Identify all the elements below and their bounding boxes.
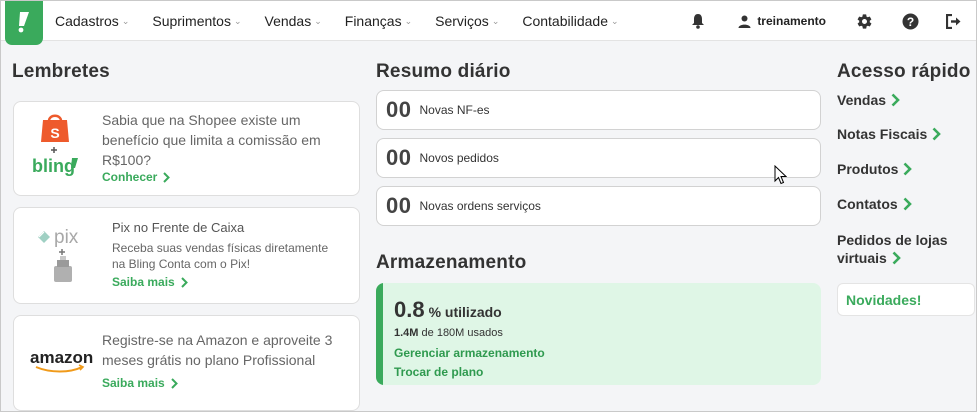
menu-label: Contabilidade xyxy=(522,13,608,29)
quick-link-notas-fiscais[interactable]: Notas Fiscais xyxy=(837,125,942,143)
chevron-down-icon: ⌄ xyxy=(404,15,413,26)
chevron-right-icon xyxy=(892,251,901,265)
pix-caixa-logo: pix xyxy=(36,227,96,288)
storage-used-value: 1.4M xyxy=(394,327,419,339)
logout-icon[interactable] xyxy=(944,11,964,31)
svg-text:?: ? xyxy=(906,15,913,29)
manage-storage-link[interactable]: Gerenciar armazenamento xyxy=(394,346,545,360)
quick-link-label: Vendas xyxy=(837,92,887,108)
reminder-text: Receba suas vendas físicas diretamente n… xyxy=(112,241,329,271)
conhecer-link[interactable]: Conhecer xyxy=(102,170,171,184)
bell-icon[interactable] xyxy=(688,11,708,31)
link-label: Conhecer xyxy=(102,170,158,184)
svg-text:S: S xyxy=(50,125,59,141)
novidades-button[interactable]: Novidades! xyxy=(837,283,975,316)
menu-suprimentos[interactable]: Suprimentos ⌄ xyxy=(152,13,241,29)
main-menu: Cadastros ⌄ Suprimentos ⌄ Vendas ⌄ Finanças… xyxy=(55,1,642,41)
storage-card: 0.8% utilizado 1.4M de 180M usados Geren… xyxy=(376,283,821,385)
stat-label: Novos pedidos xyxy=(419,151,499,165)
chevron-right-icon xyxy=(903,197,912,211)
menu-financas[interactable]: Finanças ⌄ xyxy=(345,13,412,29)
reminder-card-pix[interactable]: pix Pix no Frente de Caixa Receba suas v… xyxy=(13,207,360,304)
chevron-right-icon xyxy=(891,93,900,107)
acesso-rapido-section: Acesso rápido Vendas Notas Fiscais Produ… xyxy=(837,61,975,316)
chevron-down-icon: ⌄ xyxy=(491,15,500,26)
section-title: Resumo diário xyxy=(376,61,511,82)
change-plan-link[interactable]: Trocar de plano xyxy=(394,365,483,379)
menu-label: Finanças xyxy=(344,13,402,29)
mouse-cursor-icon xyxy=(774,165,787,185)
lembretes-section: Lembretes S bling Sabia que na Shopee ex… xyxy=(12,61,360,411)
link-label: Saiba mais xyxy=(102,376,165,390)
chevron-right-icon xyxy=(904,162,913,176)
gear-icon[interactable] xyxy=(854,11,874,31)
storage-accent-bar xyxy=(376,283,383,385)
stat-count: 00 xyxy=(386,193,412,218)
chevron-down-icon: ⌄ xyxy=(121,15,130,26)
saiba-mais-link[interactable]: Saiba mais xyxy=(112,275,188,289)
shopee-bling-logo: S bling xyxy=(32,112,78,182)
reminder-card-shopee[interactable]: S bling Sabia que na Shopee existe um be… xyxy=(13,101,360,196)
stat-count: 00 xyxy=(386,145,412,170)
chevron-down-icon: ⌄ xyxy=(233,15,242,26)
reminder-text: Sabia que na Shopee existe um benefício … xyxy=(102,112,321,168)
user-menu[interactable]: treinamento xyxy=(738,14,826,28)
help-icon[interactable]: ? xyxy=(900,11,920,31)
quick-link-produtos[interactable]: Produtos xyxy=(837,160,913,178)
section-title: Acesso rápido xyxy=(837,61,971,82)
chevron-right-icon xyxy=(170,377,178,389)
menu-cadastros[interactable]: Cadastros ⌄ xyxy=(55,13,129,29)
menu-vendas[interactable]: Vendas ⌄ xyxy=(265,13,322,29)
storage-title: Armazenamento xyxy=(376,252,527,273)
storage-percent-unit: % utilizado xyxy=(428,304,502,320)
reminder-title: Pix no Frente de Caixa xyxy=(112,220,245,235)
menu-label: Serviços xyxy=(435,13,489,29)
quick-link-label: Notas Fiscais xyxy=(837,126,928,142)
storage-percent-value: 0.8 xyxy=(394,297,425,322)
menu-label: Vendas xyxy=(264,13,312,29)
bling-logo-icon[interactable] xyxy=(5,1,43,45)
stat-label: Novas ordens serviços xyxy=(419,199,541,213)
menu-label: Cadastros xyxy=(55,13,119,29)
quick-link-pedidos-lojas[interactable]: Pedidos de lojas virtuais xyxy=(837,231,967,267)
quick-link-label: Contatos xyxy=(837,196,898,212)
svg-text:amazon: amazon xyxy=(30,348,93,367)
chevron-right-icon xyxy=(163,171,171,183)
storage-used: 1.4M de 180M usados xyxy=(394,327,503,339)
quick-link-vendas[interactable]: Vendas xyxy=(837,91,900,109)
quick-link-label: Produtos xyxy=(837,161,899,177)
reminder-card-amazon[interactable]: amazon Registre-se na Amazon e aproveite… xyxy=(13,315,360,411)
chevron-right-icon xyxy=(180,276,188,288)
stat-pedidos[interactable]: 00 Novos pedidos xyxy=(376,138,821,178)
storage-used-suffix: de 180M usados xyxy=(421,327,503,339)
reminder-text: Registre-se na Amazon e aproveite 3 mese… xyxy=(102,332,333,368)
svg-text:bling: bling xyxy=(32,156,75,176)
storage-percent: 0.8% utilizado xyxy=(394,297,502,323)
menu-contabilidade[interactable]: Contabilidade ⌄ xyxy=(522,13,618,29)
chevron-down-icon: ⌄ xyxy=(314,15,322,26)
chevron-right-icon xyxy=(932,127,942,141)
quick-link-contatos[interactable]: Contatos xyxy=(837,195,912,213)
svg-text:pix: pix xyxy=(54,228,79,248)
user-icon xyxy=(738,15,751,28)
stat-count: 00 xyxy=(386,97,412,122)
user-name: treinamento xyxy=(757,14,826,28)
section-title: Lembretes xyxy=(12,61,110,82)
saiba-mais-link[interactable]: Saiba mais xyxy=(102,376,178,390)
menu-servicos[interactable]: Serviços ⌄ xyxy=(435,13,499,29)
stat-label: Novas NF-es xyxy=(419,103,490,117)
amazon-logo: amazon xyxy=(30,346,94,376)
link-label: Saiba mais xyxy=(112,275,175,289)
stat-ordens[interactable]: 00 Novas ordens serviços xyxy=(376,186,821,226)
chevron-down-icon: ⌄ xyxy=(610,15,619,26)
menu-label: Suprimentos xyxy=(152,13,231,29)
top-navbar: Cadastros ⌄ Suprimentos ⌄ Vendas ⌄ Finanças… xyxy=(1,1,976,45)
resumo-section: Resumo diário 00 Novas NF-es 00 Novos pe… xyxy=(376,61,821,385)
stat-nfes[interactable]: 00 Novas NF-es xyxy=(376,90,821,130)
app-window: Cadastros ⌄ Suprimentos ⌄ Vendas ⌄ Finanças… xyxy=(0,0,977,412)
navbar-actions: treinamento ? xyxy=(688,1,976,41)
